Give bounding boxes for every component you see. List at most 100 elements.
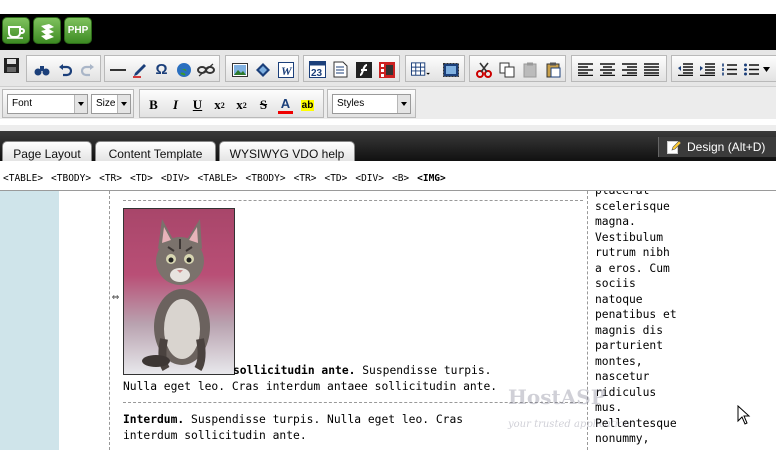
clipboard-group — [469, 55, 566, 82]
chevron-down-icon — [117, 95, 130, 113]
align-group — [571, 55, 667, 82]
tab-label: Content Template — [108, 147, 203, 161]
design-mode-label: Design (Alt+D) — [687, 140, 766, 154]
tag-path-item[interactable]: <TD> — [324, 173, 347, 184]
cell-border — [587, 191, 588, 450]
align-center-icon[interactable] — [598, 60, 617, 79]
tag-path-item[interactable]: <IMG> — [417, 173, 446, 184]
edit-page-icon — [667, 140, 681, 154]
tag-path-item[interactable]: <B> — [392, 173, 409, 184]
chevron-down-icon — [74, 95, 87, 113]
size-select[interactable]: Size — [91, 94, 131, 114]
indent-icon[interactable] — [698, 60, 717, 79]
save-icon[interactable] — [2, 56, 21, 75]
tag-path-item[interactable]: <TABLE> — [197, 173, 237, 184]
subscript-button[interactable]: x2 — [232, 95, 251, 115]
svg-text:W: W — [281, 64, 293, 78]
table-select-icon[interactable] — [441, 60, 460, 79]
insert-date-icon[interactable]: 23 — [308, 60, 327, 79]
tag-path-item[interactable]: <TBODY> — [246, 173, 286, 184]
toolbar-row-1: Ω W 23 — [0, 50, 776, 87]
paste-text-icon[interactable] — [543, 60, 562, 79]
resize-handle-icon[interactable]: ⇔ — [110, 291, 121, 305]
tab-label: Page Layout — [13, 147, 81, 161]
tag-path-item[interactable]: <TR> — [99, 173, 122, 184]
tag-path-item[interactable]: <DIV> — [161, 173, 190, 184]
left-column — [0, 191, 59, 450]
tag-path-item[interactable]: <TR> — [294, 173, 317, 184]
editor-window: PHP Ω W 23 Font Size B I U x 2 x 2 S A a… — [0, 0, 776, 450]
edit-group — [26, 55, 101, 82]
font-select-value: Font — [12, 98, 33, 109]
paragraph-2-text: Suspendisse turpis. Nulla eget leo. Cras — [184, 413, 464, 426]
anchor-icon[interactable] — [253, 60, 272, 79]
tag-path-bar: <TABLE> <TBODY> <TR> <TD> <DIV> <TABLE> <TBODY… — [0, 161, 776, 191]
table-group — [405, 55, 465, 82]
italic-button[interactable]: I — [166, 95, 185, 115]
unlink-icon[interactable] — [196, 60, 215, 79]
mouse-cursor-icon — [737, 404, 751, 428]
php-icon[interactable]: PHP — [64, 17, 92, 44]
format-group: B I U x2 x2 S A ab — [139, 89, 324, 118]
find-icon[interactable] — [32, 60, 51, 79]
media-group: W — [225, 55, 299, 82]
styles-select[interactable]: Styles — [332, 94, 411, 114]
paragraph-2-bold: Interdum. — [123, 413, 185, 426]
font-color-icon[interactable]: A — [276, 95, 295, 115]
tag-path-item[interactable]: <TABLE> — [3, 173, 43, 184]
layers-icon[interactable] — [33, 17, 61, 44]
undo-icon[interactable] — [55, 60, 74, 79]
php-icon-label: PHP — [67, 25, 89, 36]
flash-icon[interactable] — [354, 60, 373, 79]
special-character-icon[interactable]: Ω — [152, 60, 171, 79]
highlight-color-icon[interactable]: ab — [298, 95, 317, 115]
div-border — [123, 200, 583, 201]
tag-path-item[interactable]: <TBODY> — [51, 173, 91, 184]
word-paste-icon[interactable]: W — [276, 60, 295, 79]
outdent-icon[interactable] — [676, 60, 695, 79]
strikethrough-button[interactable]: S — [254, 95, 273, 115]
redo-icon[interactable] — [78, 60, 97, 79]
align-left-icon[interactable] — [576, 60, 595, 79]
globe-icon[interactable] — [174, 60, 193, 79]
tab-bar: Page Layout Content Template WYSIWYG VDO… — [0, 125, 776, 167]
cell-border — [109, 191, 110, 450]
paste-icon[interactable] — [520, 60, 539, 79]
paragraph-1-text: Suspendisse turpis. — [355, 364, 492, 377]
document-icon[interactable] — [331, 60, 350, 79]
size-select-value: Size — [96, 98, 116, 109]
font-select[interactable]: Font — [7, 94, 88, 114]
cut-icon[interactable] — [474, 60, 493, 79]
bold-button[interactable]: B — [144, 95, 163, 115]
paragraph-1-bold: sollicitudin ante. — [233, 364, 356, 377]
toolbar-row-2: Font Size B I U x2 x2 S A ab Styles — [0, 87, 776, 119]
coffee-cup-icon[interactable] — [2, 17, 30, 44]
bullet-list-icon[interactable] — [742, 60, 761, 79]
editing-area[interactable]: ⇔ sollicitudin ante. Suspendisse turpis.… — [0, 191, 776, 450]
watermark-logo: HostASP — [508, 385, 606, 409]
tag-path-item[interactable]: <DIV> — [355, 173, 384, 184]
image-icon[interactable] — [230, 60, 249, 79]
copy-icon[interactable] — [497, 60, 516, 79]
design-mode-button[interactable]: Design (Alt+D) — [658, 137, 776, 157]
horizontal-rule-icon[interactable] — [108, 60, 127, 79]
watermark-tagline: your trusted application — [508, 419, 631, 430]
tab-label: WYSIWYG VDO help — [229, 147, 345, 161]
chevron-down-icon — [397, 95, 410, 113]
styles-select-value: Styles — [337, 98, 365, 109]
tag-path-item[interactable]: <TD> — [130, 173, 153, 184]
more-options-icon[interactable] — [761, 60, 771, 79]
numbered-list-icon[interactable] — [720, 60, 739, 79]
font-group: Font Size — [2, 89, 134, 118]
superscript-button[interactable]: x2 — [210, 95, 229, 115]
insert-group: Ω — [104, 55, 220, 82]
table-icon[interactable] — [411, 60, 430, 79]
styles-group: Styles — [327, 89, 416, 118]
align-right-icon[interactable] — [620, 60, 639, 79]
align-justify-icon[interactable] — [642, 60, 661, 79]
kitten-illustration — [142, 219, 210, 372]
kitten-image[interactable] — [123, 208, 235, 375]
media-player-icon[interactable] — [377, 60, 396, 79]
underline-button[interactable]: U — [188, 95, 207, 115]
pen-icon[interactable] — [130, 60, 149, 79]
